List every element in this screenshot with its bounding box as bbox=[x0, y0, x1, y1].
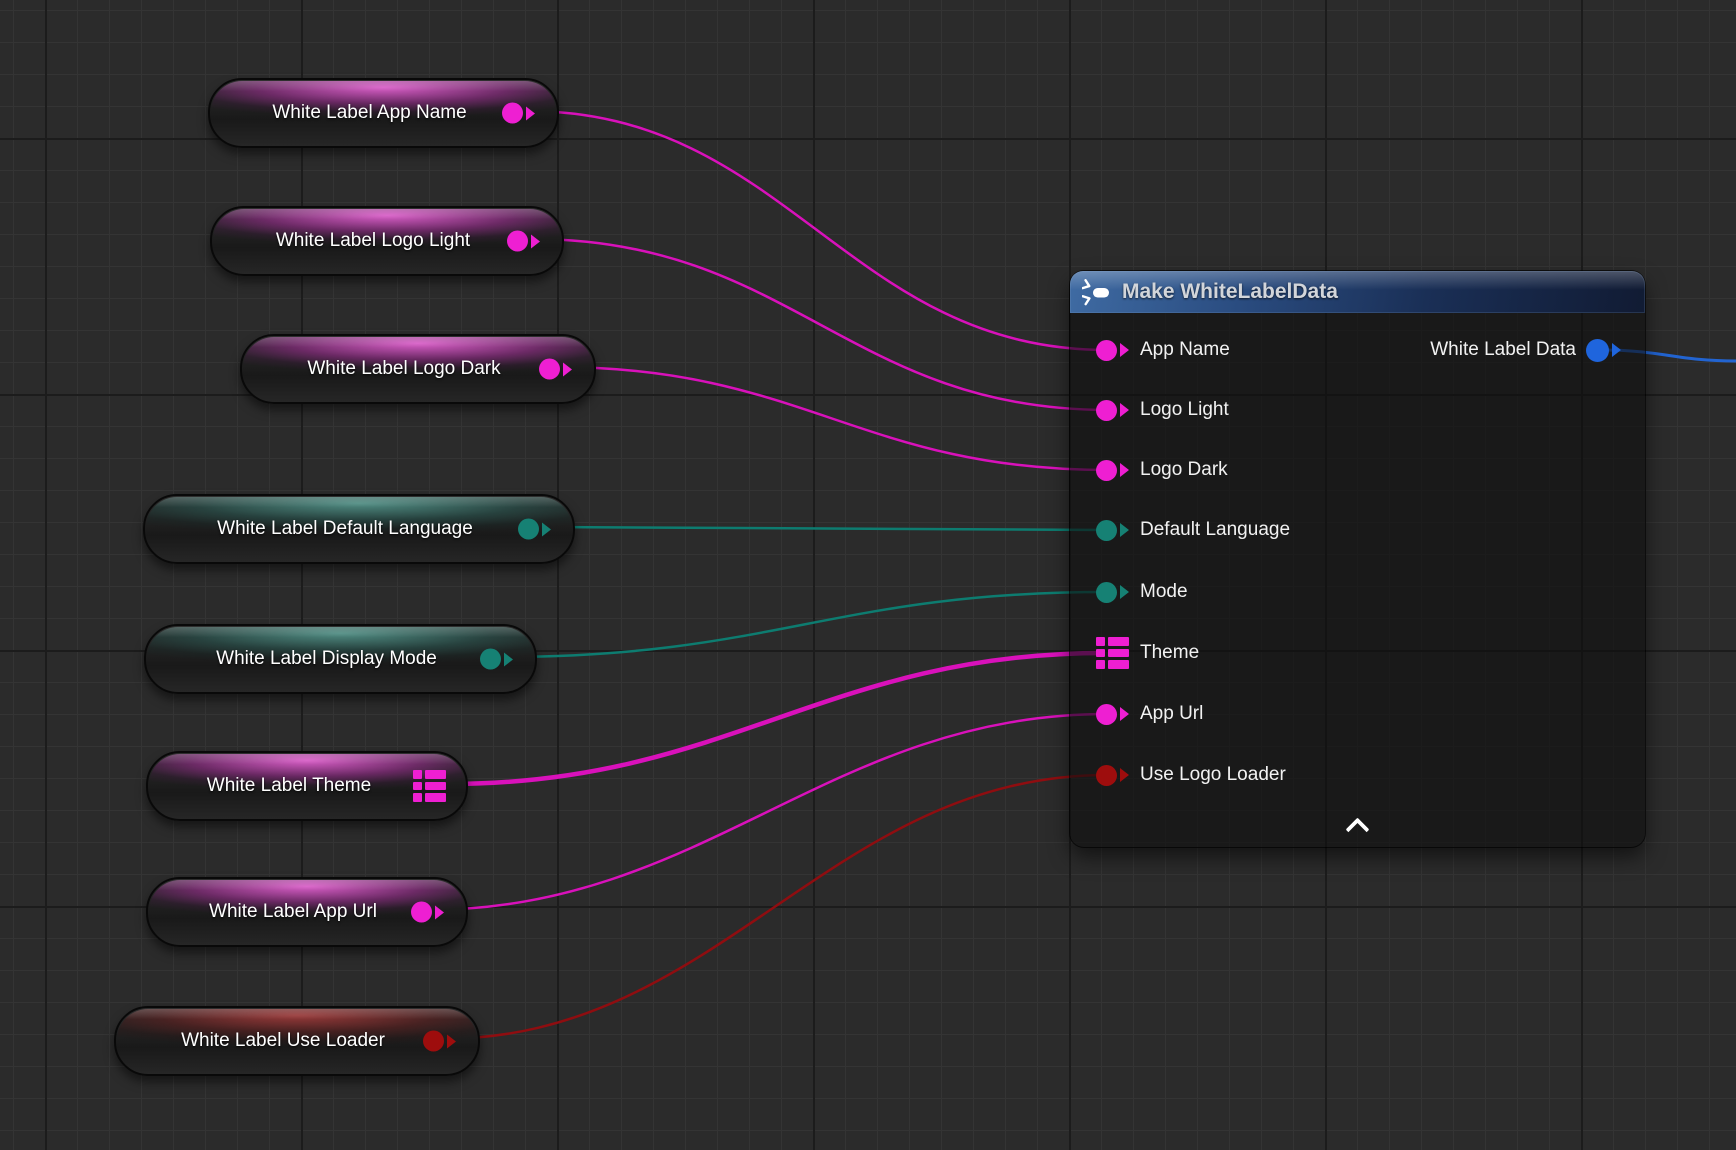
node-header[interactable]: Make WhiteLabelData bbox=[1070, 271, 1645, 313]
pin-circle-icon bbox=[480, 649, 501, 670]
wire-default-language[interactable] bbox=[543, 527, 1108, 530]
wire-theme[interactable] bbox=[448, 653, 1105, 784]
input-row-app-url[interactable]: App Url bbox=[1096, 697, 1203, 731]
variable-label: White Label Logo Dark bbox=[276, 358, 532, 380]
wire-logo-dark[interactable] bbox=[556, 367, 1108, 470]
wire-use-loader[interactable] bbox=[441, 775, 1108, 1039]
pin-label: App Name bbox=[1140, 339, 1230, 361]
variable-node-white-label-logo-light[interactable]: White Label Logo Light bbox=[210, 206, 564, 276]
wire-display-mode[interactable] bbox=[500, 592, 1108, 657]
make-whitelabeldata-node[interactable]: Make WhiteLabelData App Name Logo Light … bbox=[1070, 271, 1645, 847]
wire-app-url[interactable] bbox=[426, 714, 1108, 910]
variable-label: White Label Display Mode bbox=[180, 648, 473, 670]
pin-label: Logo Light bbox=[1140, 399, 1229, 421]
pin-arrow-icon bbox=[1120, 343, 1129, 357]
input-row-default-language[interactable]: Default Language bbox=[1096, 513, 1290, 547]
wire-app-name[interactable] bbox=[527, 111, 1108, 350]
pin-arrow-icon bbox=[1612, 343, 1621, 357]
pin-arrow-icon bbox=[526, 106, 535, 120]
variable-label: White Label Default Language bbox=[179, 518, 511, 540]
pin-arrow-icon bbox=[1120, 707, 1129, 721]
variable-node-white-label-theme[interactable]: White Label Theme bbox=[146, 751, 468, 821]
string-output-pin[interactable] bbox=[507, 231, 540, 252]
struct-pin-icon[interactable] bbox=[413, 770, 446, 802]
output-row-white-label-data[interactable]: White Label Data bbox=[1430, 333, 1621, 367]
pin-circle-icon[interactable] bbox=[1096, 460, 1117, 481]
pin-label: White Label Data bbox=[1430, 339, 1576, 361]
input-row-use-logo-loader[interactable]: Use Logo Loader bbox=[1096, 758, 1286, 792]
string-output-pin[interactable] bbox=[539, 359, 572, 380]
pin-arrow-icon bbox=[563, 362, 572, 376]
pin-arrow-icon bbox=[1120, 463, 1129, 477]
variable-node-white-label-use-loader[interactable]: White Label Use Loader bbox=[114, 1006, 480, 1076]
variable-label: White Label App Url bbox=[182, 901, 404, 923]
input-row-logo-dark[interactable]: Logo Dark bbox=[1096, 453, 1228, 487]
pin-circle-icon bbox=[539, 359, 560, 380]
pin-circle-icon[interactable] bbox=[1096, 704, 1117, 725]
string-output-pin[interactable] bbox=[502, 103, 535, 124]
pin-label: App Url bbox=[1140, 703, 1203, 725]
variable-node-white-label-logo-dark[interactable]: White Label Logo Dark bbox=[240, 334, 596, 404]
variable-label: White Label Use Loader bbox=[150, 1030, 416, 1052]
struct-pin-icon[interactable] bbox=[1096, 637, 1129, 669]
variable-label: White Label App Name bbox=[244, 102, 495, 124]
pin-circle-icon[interactable] bbox=[1096, 340, 1117, 361]
pin-circle-icon[interactable] bbox=[1096, 520, 1117, 541]
pin-arrow-icon bbox=[1120, 403, 1129, 417]
make-struct-icon bbox=[1082, 279, 1112, 306]
pin-label: Default Language bbox=[1140, 519, 1290, 541]
bool-output-pin[interactable] bbox=[423, 1031, 456, 1052]
input-row-app-name[interactable]: App Name bbox=[1096, 333, 1230, 367]
pin-circle-icon[interactable] bbox=[1096, 400, 1117, 421]
variable-node-white-label-app-url[interactable]: White Label App Url bbox=[146, 877, 468, 947]
blueprint-canvas[interactable]: White Label App Name White Label Logo Li… bbox=[0, 0, 1736, 1150]
pin-arrow-icon bbox=[1120, 585, 1129, 599]
pin-arrow-icon bbox=[435, 905, 444, 919]
enum-output-pin[interactable] bbox=[518, 519, 551, 540]
pin-circle-icon bbox=[411, 902, 432, 923]
pin-circle-icon bbox=[507, 231, 528, 252]
input-row-logo-light[interactable]: Logo Light bbox=[1096, 393, 1229, 427]
string-output-pin[interactable] bbox=[411, 902, 444, 923]
pin-circle-icon[interactable] bbox=[1096, 582, 1117, 603]
variable-node-white-label-app-name[interactable]: White Label App Name bbox=[208, 78, 559, 148]
pin-label: Logo Dark bbox=[1140, 459, 1228, 481]
variable-node-white-label-display-mode[interactable]: White Label Display Mode bbox=[144, 624, 537, 694]
pin-arrow-icon bbox=[1120, 768, 1129, 782]
pin-arrow-icon bbox=[1120, 523, 1129, 537]
enum-output-pin[interactable] bbox=[480, 649, 513, 670]
pin-circle-icon bbox=[502, 103, 523, 124]
pin-label: Use Logo Loader bbox=[1140, 764, 1286, 786]
node-title: Make WhiteLabelData bbox=[1122, 280, 1338, 304]
pin-arrow-icon bbox=[531, 234, 540, 248]
pin-circle-icon bbox=[518, 519, 539, 540]
pin-circle-icon bbox=[423, 1031, 444, 1052]
wire-logo-light[interactable] bbox=[532, 239, 1108, 410]
pin-arrow-icon bbox=[504, 652, 513, 666]
chevron-up-icon bbox=[1345, 817, 1369, 841]
input-row-theme[interactable]: Theme bbox=[1096, 636, 1199, 670]
pin-arrow-icon bbox=[542, 522, 551, 536]
pin-label: Theme bbox=[1140, 642, 1199, 664]
variable-label: White Label Logo Light bbox=[246, 230, 500, 252]
pin-circle-icon[interactable] bbox=[1096, 765, 1117, 786]
pin-label: Mode bbox=[1140, 581, 1188, 603]
variable-label: White Label Theme bbox=[182, 775, 396, 797]
pin-arrow-icon bbox=[447, 1034, 456, 1048]
collapse-chevron-button[interactable] bbox=[1343, 817, 1373, 835]
variable-node-white-label-default-language[interactable]: White Label Default Language bbox=[143, 494, 575, 564]
pin-circle-icon[interactable] bbox=[1586, 339, 1609, 362]
input-row-mode[interactable]: Mode bbox=[1096, 575, 1188, 609]
